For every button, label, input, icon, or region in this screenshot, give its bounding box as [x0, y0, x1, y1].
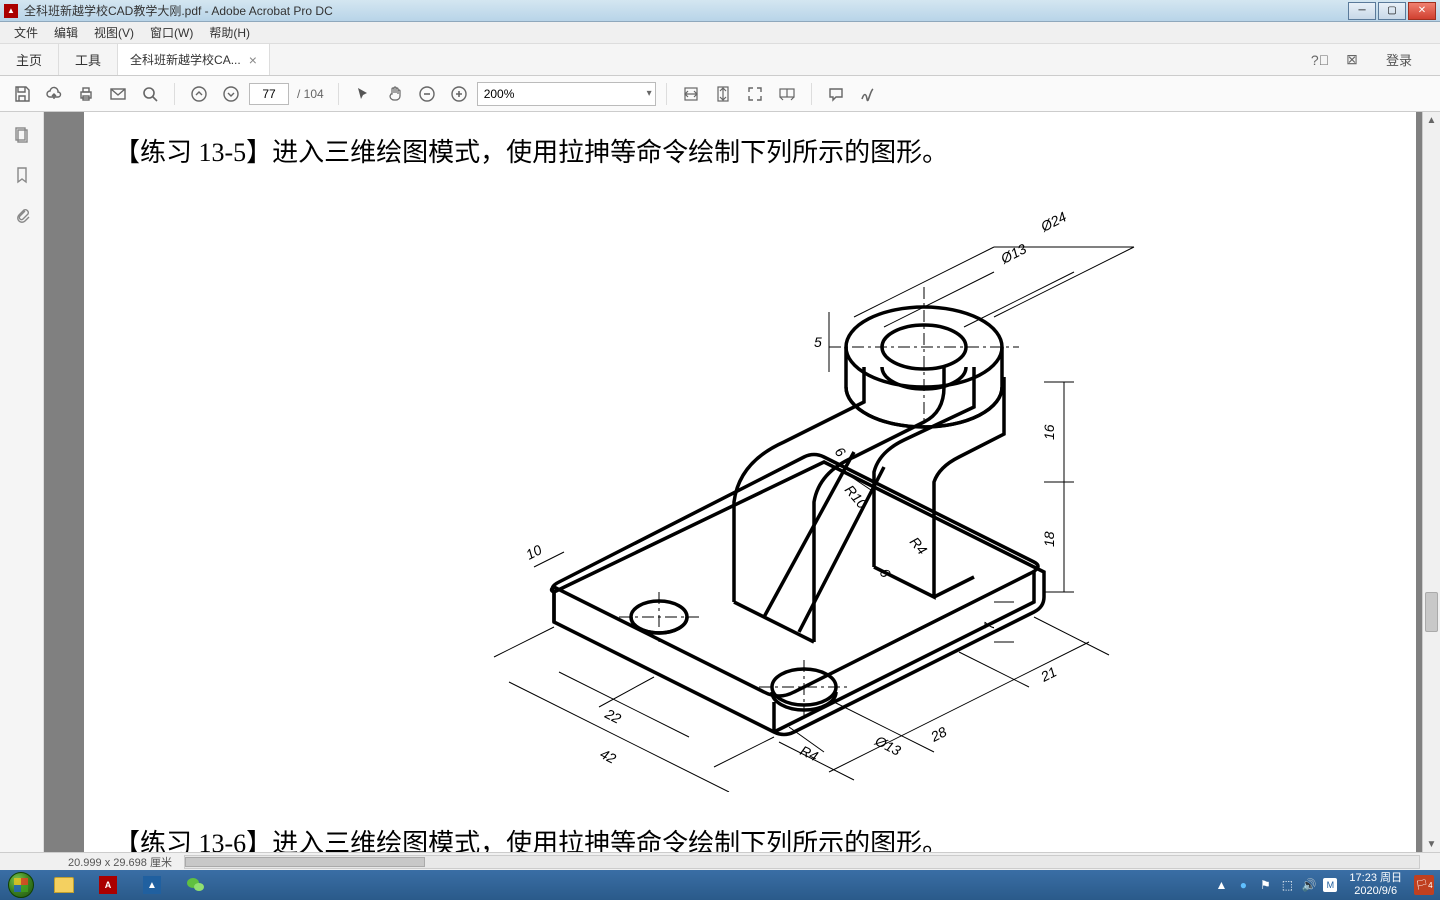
window-title: 全科班新越学校CAD教学大刚.pdf - Adobe Acrobat Pro D… — [24, 2, 1348, 19]
page-up-icon[interactable] — [185, 80, 213, 108]
search-icon[interactable] — [136, 80, 164, 108]
tab-tools[interactable]: 工具 — [59, 44, 118, 75]
svg-text:R4: R4 — [907, 534, 931, 558]
taskbar-cad[interactable]: ▲ — [131, 871, 173, 899]
read-mode-icon[interactable] — [773, 80, 801, 108]
tab-document-label: 全科班新越学校CA... — [130, 51, 241, 68]
svg-text:18: 18 — [1041, 531, 1057, 547]
svg-text:7: 7 — [981, 621, 997, 630]
svg-text:5: 5 — [814, 334, 822, 350]
acrobat-icon: A — [99, 876, 117, 894]
windows-logo-icon — [8, 872, 34, 898]
svg-text:28: 28 — [927, 723, 949, 745]
page-dimensions-label: 20.999 x 29.698 厘米 — [68, 854, 172, 870]
notification-badge[interactable]: 🏳4 — [1414, 875, 1434, 895]
horizontal-scrollbar[interactable] — [184, 855, 1420, 869]
toolbar: / 104 — [0, 76, 1440, 112]
windows-taskbar: A ▲ ▲ ● ⚑ ⬚ 🔊 M 17:23 周日 2020/9/6 🏳4 — [0, 870, 1440, 900]
taskbar-wechat[interactable] — [175, 871, 217, 899]
help-icon[interactable]: ?⃝ — [1310, 50, 1330, 70]
svg-text:6: 6 — [832, 444, 849, 460]
sign-icon[interactable] — [854, 80, 882, 108]
document-viewport[interactable]: 【练习 13-5】进入三维绘图模式，使用拉抻等命令绘制下列所示的图形。 — [44, 112, 1440, 852]
svg-text:10: 10 — [523, 541, 544, 562]
close-button[interactable]: ✕ — [1408, 2, 1436, 20]
hscroll-thumb[interactable] — [185, 857, 425, 867]
menu-file[interactable]: 文件 — [6, 24, 46, 41]
start-button[interactable] — [0, 870, 42, 900]
svg-text:Ø13: Ø13 — [997, 240, 1029, 267]
pointer-icon[interactable] — [349, 80, 377, 108]
tray-record-icon[interactable]: ● — [1235, 877, 1251, 893]
main-area: 【练习 13-5】进入三维绘图模式，使用拉抻等命令绘制下列所示的图形。 — [0, 112, 1440, 852]
zoom-in-icon[interactable] — [445, 80, 473, 108]
fullscreen-icon[interactable] — [741, 80, 769, 108]
svg-text:42: 42 — [598, 745, 619, 766]
save-icon[interactable] — [8, 80, 36, 108]
tray-flag-icon[interactable]: ⚑ — [1257, 877, 1273, 893]
folder-icon — [54, 877, 74, 893]
tab-document[interactable]: 全科班新越学校CA... × — [118, 44, 270, 75]
exercise-heading-1: 【练习 13-5】进入三维绘图模式，使用拉抻等命令绘制下列所示的图形。 — [114, 132, 1386, 169]
pdf-file-icon: ▲ — [4, 4, 18, 18]
zoom-level-select[interactable] — [477, 82, 656, 106]
scroll-up-arrow[interactable]: ▲ — [1423, 112, 1440, 128]
svg-text:Ø24: Ø24 — [1037, 208, 1069, 235]
wechat-icon — [185, 874, 207, 896]
taskbar-acrobat[interactable]: A — [87, 871, 129, 899]
vertical-scrollbar[interactable]: ▲ ▼ — [1422, 112, 1440, 852]
maximize-button[interactable]: ▢ — [1378, 2, 1406, 20]
hand-icon[interactable] — [381, 80, 409, 108]
notification-icon[interactable]: ⊠ — [1342, 50, 1362, 70]
cad-icon: ▲ — [143, 876, 161, 894]
menu-edit[interactable]: 编辑 — [46, 24, 86, 41]
svg-text:16: 16 — [1041, 424, 1057, 440]
taskbar-clock[interactable]: 17:23 周日 2020/9/6 — [1343, 872, 1408, 898]
window-titlebar: ▲ 全科班新越学校CAD教学大刚.pdf - Adobe Acrobat Pro… — [0, 0, 1440, 22]
scroll-thumb[interactable] — [1425, 592, 1438, 632]
menu-help[interactable]: 帮助(H) — [201, 24, 258, 41]
tab-close-icon[interactable]: × — [249, 52, 257, 68]
fit-page-icon[interactable] — [709, 80, 737, 108]
zoom-out-icon[interactable] — [413, 80, 441, 108]
comment-icon[interactable] — [822, 80, 850, 108]
status-bar: 20.999 x 29.698 厘米 — [0, 852, 1440, 870]
svg-text:22: 22 — [602, 705, 624, 727]
tab-home[interactable]: 主页 — [0, 44, 59, 75]
svg-text:R10: R10 — [842, 482, 871, 512]
pdf-page: 【练习 13-5】进入三维绘图模式，使用拉抻等命令绘制下列所示的图形。 — [84, 112, 1416, 852]
page-number-input[interactable] — [249, 83, 289, 105]
technical-drawing: Ø24 Ø13 5 R10 6 — [434, 172, 1254, 792]
tray-volume-icon[interactable]: 🔊 — [1301, 877, 1317, 893]
mail-icon[interactable] — [104, 80, 132, 108]
print-icon[interactable] — [72, 80, 100, 108]
fit-width-icon[interactable] — [677, 80, 705, 108]
menu-window[interactable]: 窗口(W) — [142, 24, 201, 41]
tab-bar: 主页 工具 全科班新越学校CA... × ?⃝ ⊠ 登录 — [0, 44, 1440, 76]
bookmark-icon[interactable] — [11, 164, 33, 186]
scroll-down-arrow[interactable]: ▼ — [1423, 836, 1440, 852]
cloud-icon[interactable] — [40, 80, 68, 108]
menu-bar: 文件 编辑 视图(V) 窗口(W) 帮助(H) — [0, 22, 1440, 44]
tray-ime-icon[interactable]: M — [1323, 878, 1337, 892]
left-side-panel — [0, 112, 44, 852]
exercise-heading-2: 【练习 13-6】进入三维绘图模式，使用拉抻等命令绘制下列所示的图形。 — [114, 823, 948, 852]
tray-network-icon[interactable]: ⬚ — [1279, 877, 1295, 893]
attachment-icon[interactable] — [11, 204, 33, 226]
taskbar-explorer[interactable] — [43, 871, 85, 899]
login-link[interactable]: 登录 — [1374, 50, 1424, 69]
thumbnails-icon[interactable] — [11, 124, 33, 146]
page-down-icon[interactable] — [217, 80, 245, 108]
minimize-button[interactable]: ─ — [1348, 2, 1376, 20]
tray-expand-icon[interactable]: ▲ — [1213, 877, 1229, 893]
svg-text:Ø13: Ø13 — [872, 732, 904, 759]
menu-view[interactable]: 视图(V) — [86, 24, 142, 41]
system-tray: ▲ ● ⚑ ⬚ 🔊 M 17:23 周日 2020/9/6 🏳4 — [1209, 872, 1440, 898]
page-total-label: / 104 — [293, 87, 328, 101]
